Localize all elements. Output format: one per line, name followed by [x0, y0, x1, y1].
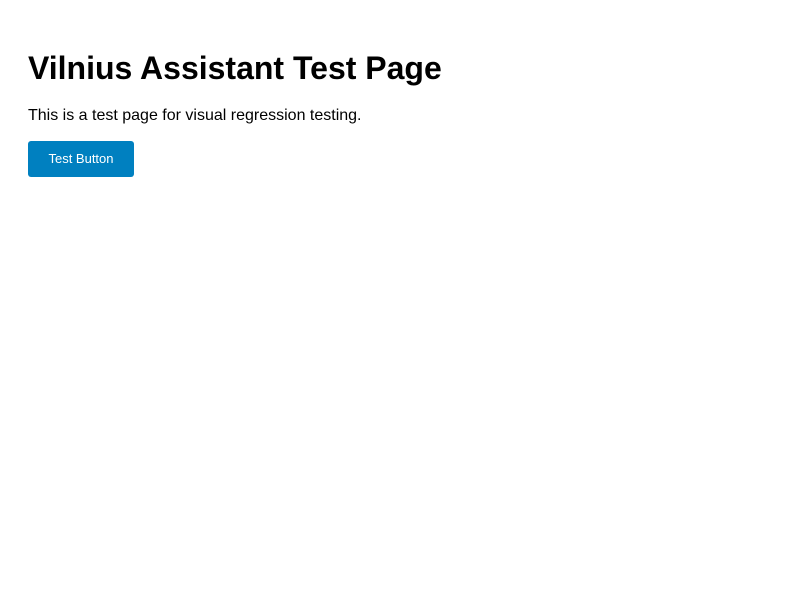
test-button[interactable]: Test Button	[28, 141, 134, 177]
page-container: Vilnius Assistant Test Page This is a te…	[0, 0, 800, 600]
page-description: This is a test page for visual regressio…	[28, 107, 362, 124]
page-title: Vilnius Assistant Test Page	[28, 50, 442, 86]
